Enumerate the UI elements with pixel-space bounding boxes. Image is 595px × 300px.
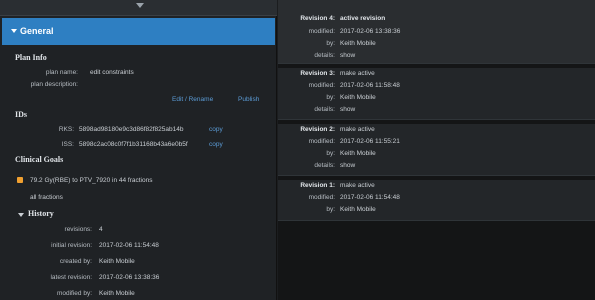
history-label: created by: — [59, 258, 92, 265]
history-heading[interactable]: History — [28, 209, 54, 218]
revision-heading: Revision 2: — [300, 126, 335, 133]
collapse-toggle[interactable] — [0, 0, 277, 16]
make-active-link[interactable]: make active — [340, 70, 375, 77]
modified-label: modified: — [308, 82, 335, 89]
plan-info-heading: Plan Info — [15, 53, 47, 62]
modified-label: modified: — [308, 194, 335, 201]
by-value: Keith Mobile — [340, 206, 376, 213]
rks-label: RKS: — [58, 126, 74, 133]
history-value: 4 — [99, 226, 103, 233]
clinical-goals-heading: Clinical Goals — [15, 155, 64, 164]
revision-card: Revision 3: make active modified: 2017-0… — [278, 68, 595, 120]
history-value: 2017-02-06 13:38:36 — [99, 274, 160, 281]
general-section-header[interactable]: General — [2, 18, 275, 45]
details-show-link[interactable]: show — [340, 162, 355, 169]
rks-copy-link[interactable]: copy — [209, 126, 223, 133]
caret-down-icon[interactable] — [18, 213, 24, 217]
general-title: General — [20, 26, 54, 36]
details-label: details: — [314, 162, 335, 169]
details-label: details: — [314, 52, 335, 59]
history-label: initial revision: — [51, 242, 92, 249]
revision-status: active revision — [340, 15, 386, 22]
history-value: Keith Mobile — [99, 290, 135, 297]
iss-label: ISS: — [61, 141, 74, 148]
by-value: Keith Mobile — [340, 94, 376, 101]
by-value: Keith Mobile — [340, 40, 376, 47]
history-label: latest revision: — [50, 274, 92, 281]
by-label: by: — [326, 206, 335, 213]
publish-link[interactable]: Publish — [238, 96, 259, 103]
modified-value: 2017-02-06 11:55:21 — [340, 138, 400, 145]
history-label: revisions: — [64, 226, 92, 233]
goal-fractions: all fractions — [30, 194, 63, 201]
plan-description-label: plan description: — [30, 81, 78, 88]
revision-card: Revision 2: make active modified: 2017-0… — [278, 124, 595, 176]
revision-card: Revision 4: active revision modified: 20… — [278, 0, 595, 64]
rks-value: 5898ad98180e9c3d86f82f825ab14b — [79, 126, 184, 133]
iss-value: 5898c2ac08c0f7f1b31168b43a6e0b5f — [79, 141, 188, 148]
modified-label: modified: — [308, 28, 335, 35]
by-value: Keith Mobile — [340, 150, 376, 157]
history-value: 2017-02-06 11:54:48 — [99, 242, 159, 249]
history-value: Keith Mobile — [99, 258, 135, 265]
make-active-link[interactable]: make active — [340, 182, 375, 189]
details-label: details: — [314, 106, 335, 113]
goal-status-icon — [17, 177, 23, 183]
iss-copy-link[interactable]: copy — [209, 141, 223, 148]
plan-name-value: edit constraints — [90, 69, 134, 76]
revision-card: Revision 1: make active modified: 2017-0… — [278, 180, 595, 221]
left-panel: General Plan Info plan name: edit constr… — [0, 0, 277, 300]
edit-rename-link[interactable]: Edit / Rename — [172, 96, 213, 103]
by-label: by: — [326, 94, 335, 101]
modified-value: 2017-02-06 13:38:36 — [340, 28, 401, 35]
make-active-link[interactable]: make active — [340, 126, 375, 133]
modified-value: 2017-02-06 11:58:48 — [340, 82, 400, 89]
chevron-down-icon[interactable] — [136, 3, 144, 8]
clinical-goal-text: 79.2 Gy(RBE) to PTV_7920 in 44 fractions — [30, 177, 153, 184]
modified-value: 2017-02-06 11:54:48 — [340, 194, 400, 201]
caret-down-icon[interactable] — [11, 29, 17, 33]
revision-heading: Revision 3: — [300, 70, 335, 77]
details-show-link[interactable]: show — [340, 106, 355, 113]
revision-heading: Revision 1: — [300, 182, 335, 189]
by-label: by: — [326, 40, 335, 47]
revisions-panel: Revision 4: active revision modified: 20… — [278, 0, 595, 300]
plan-name-label: plan name: — [45, 69, 78, 76]
by-label: by: — [326, 150, 335, 157]
ids-heading: IDs — [15, 110, 28, 119]
revision-heading: Revision 4: — [300, 15, 335, 22]
history-label: modified by: — [56, 290, 92, 297]
modified-label: modified: — [308, 138, 335, 145]
details-show-link[interactable]: show — [340, 52, 355, 59]
